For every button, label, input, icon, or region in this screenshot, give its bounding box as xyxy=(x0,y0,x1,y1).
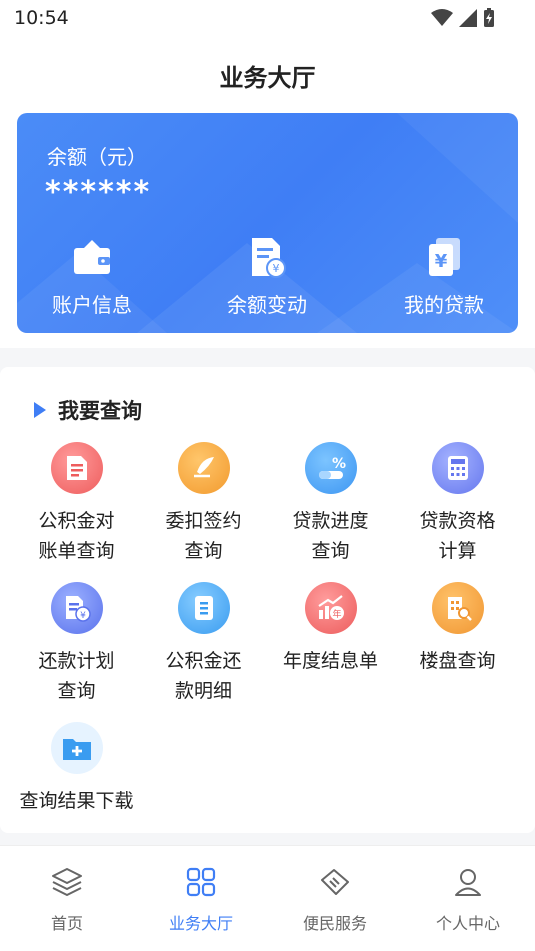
loan-eligibility-label-2: 计算 xyxy=(438,540,477,562)
tag-service-icon xyxy=(321,869,349,895)
calculator-icon xyxy=(431,442,484,494)
query-section-title: 我要查询 xyxy=(58,399,142,423)
provident-fund-statement-label-1: 公积金对 xyxy=(38,510,115,532)
wallet-icon xyxy=(74,240,110,274)
status-bar: 10:54 xyxy=(0,0,535,38)
account-info-button[interactable]: 账户信息 xyxy=(17,235,167,318)
tab-convenience-services-label: 便民服务 xyxy=(302,914,367,933)
tab-convenience-services[interactable]: 便民服务 xyxy=(268,864,402,934)
repayment-detail-label-2: 款明细 xyxy=(174,680,232,702)
tab-business-hall-label: 业务大厅 xyxy=(168,914,233,933)
status-time: 10:54 xyxy=(14,7,69,29)
balance-value: ****** xyxy=(45,175,152,210)
result-download[interactable]: 查询结果下载 xyxy=(13,722,140,816)
repayment-plan-label-1: 还款计划 xyxy=(38,650,115,672)
loan-progress-label-1: 贷款进度 xyxy=(292,510,369,532)
folder-add-icon xyxy=(50,722,103,774)
entrusted-deduction-label-1: 委扣签约 xyxy=(165,510,242,532)
bottom-tab-bar: 首页 业务大厅 便民服务 个人中心 xyxy=(0,845,535,951)
repayment-plan-label-2: 查询 xyxy=(57,680,96,702)
query-panel: 我要查询 公积金对 账单查询 委扣签约 查询 % 贷款进度 查询 贷款资格 计算… xyxy=(0,367,535,833)
signal-icon xyxy=(459,9,477,27)
svg-text:年: 年 xyxy=(332,608,341,620)
person-icon xyxy=(455,869,481,896)
balance-card: 余额（元） ****** 账户信息 ¥ 余额变动 ¥ 我的贷款 xyxy=(17,113,518,333)
provident-fund-statement-label-2: 账单查询 xyxy=(38,540,115,562)
tab-personal-center[interactable]: 个人中心 xyxy=(401,864,535,934)
svg-text:%: % xyxy=(332,456,346,472)
tab-home[interactable]: 首页 xyxy=(0,864,134,934)
balance-change-button[interactable]: ¥ 余额变动 xyxy=(192,235,342,318)
wifi-icon xyxy=(431,9,453,26)
loan-progress-query[interactable]: % 贷款进度 查询 xyxy=(267,442,394,566)
repayment-plan-icon: ¥ xyxy=(50,582,103,634)
battery-icon xyxy=(484,8,494,27)
tab-personal-center-label: 个人中心 xyxy=(435,914,500,933)
my-loan-button[interactable]: ¥ 我的贷款 xyxy=(369,235,518,318)
provident-fund-statement-query[interactable]: 公积金对 账单查询 xyxy=(13,442,140,566)
repayment-detail-label-1: 公积金还 xyxy=(165,650,242,672)
document-yen-icon: ¥ xyxy=(252,238,286,278)
quill-pen-icon xyxy=(177,442,230,494)
grid-icon xyxy=(186,867,216,897)
entrusted-deduction-label-2: 查询 xyxy=(184,540,223,562)
layers-icon xyxy=(52,868,82,896)
page-title: 业务大厅 xyxy=(219,64,316,92)
annual-interest-icon: 年 xyxy=(304,582,357,634)
property-query-label: 楼盘查询 xyxy=(419,650,496,672)
bill-document-icon xyxy=(50,442,103,494)
tab-business-hall[interactable]: 业务大厅 xyxy=(134,864,268,934)
property-query[interactable]: 楼盘查询 xyxy=(394,582,521,676)
section-marker-icon xyxy=(34,402,46,418)
account-info-label: 账户信息 xyxy=(52,293,132,317)
annual-interest-label: 年度结息单 xyxy=(282,650,378,672)
svg-text:¥: ¥ xyxy=(435,251,448,272)
percent-progress-icon: % xyxy=(304,442,357,494)
repayment-detail-query[interactable]: 公积金还 款明细 xyxy=(140,582,267,706)
repayment-plan-query[interactable]: ¥ 还款计划 查询 xyxy=(13,582,140,706)
svg-text:¥: ¥ xyxy=(273,262,280,275)
tab-home-label: 首页 xyxy=(50,914,83,933)
result-download-label: 查询结果下载 xyxy=(19,790,134,812)
entrusted-deduction-query[interactable]: 委扣签约 查询 xyxy=(140,442,267,566)
balance-label: 余额（元） xyxy=(47,145,147,169)
query-section-header: 我要查询 xyxy=(34,395,142,425)
header: 业务大厅 余额（元） ****** 账户信息 ¥ 余额变动 ¥ 我的贷款 xyxy=(0,38,535,348)
balance-change-label: 余额变动 xyxy=(227,293,307,317)
svg-text:¥: ¥ xyxy=(80,611,86,621)
loan-eligibility-calculation[interactable]: 贷款资格 计算 xyxy=(394,442,521,566)
my-loan-label: 我的贷款 xyxy=(404,293,484,317)
status-icons xyxy=(431,8,495,28)
annual-interest-statement[interactable]: 年 年度结息单 xyxy=(267,582,394,676)
detail-list-icon xyxy=(177,582,230,634)
loan-progress-label-2: 查询 xyxy=(311,540,350,562)
loan-eligibility-label-1: 贷款资格 xyxy=(419,510,496,532)
loan-yen-icon: ¥ xyxy=(429,238,460,276)
building-search-icon xyxy=(431,582,484,634)
